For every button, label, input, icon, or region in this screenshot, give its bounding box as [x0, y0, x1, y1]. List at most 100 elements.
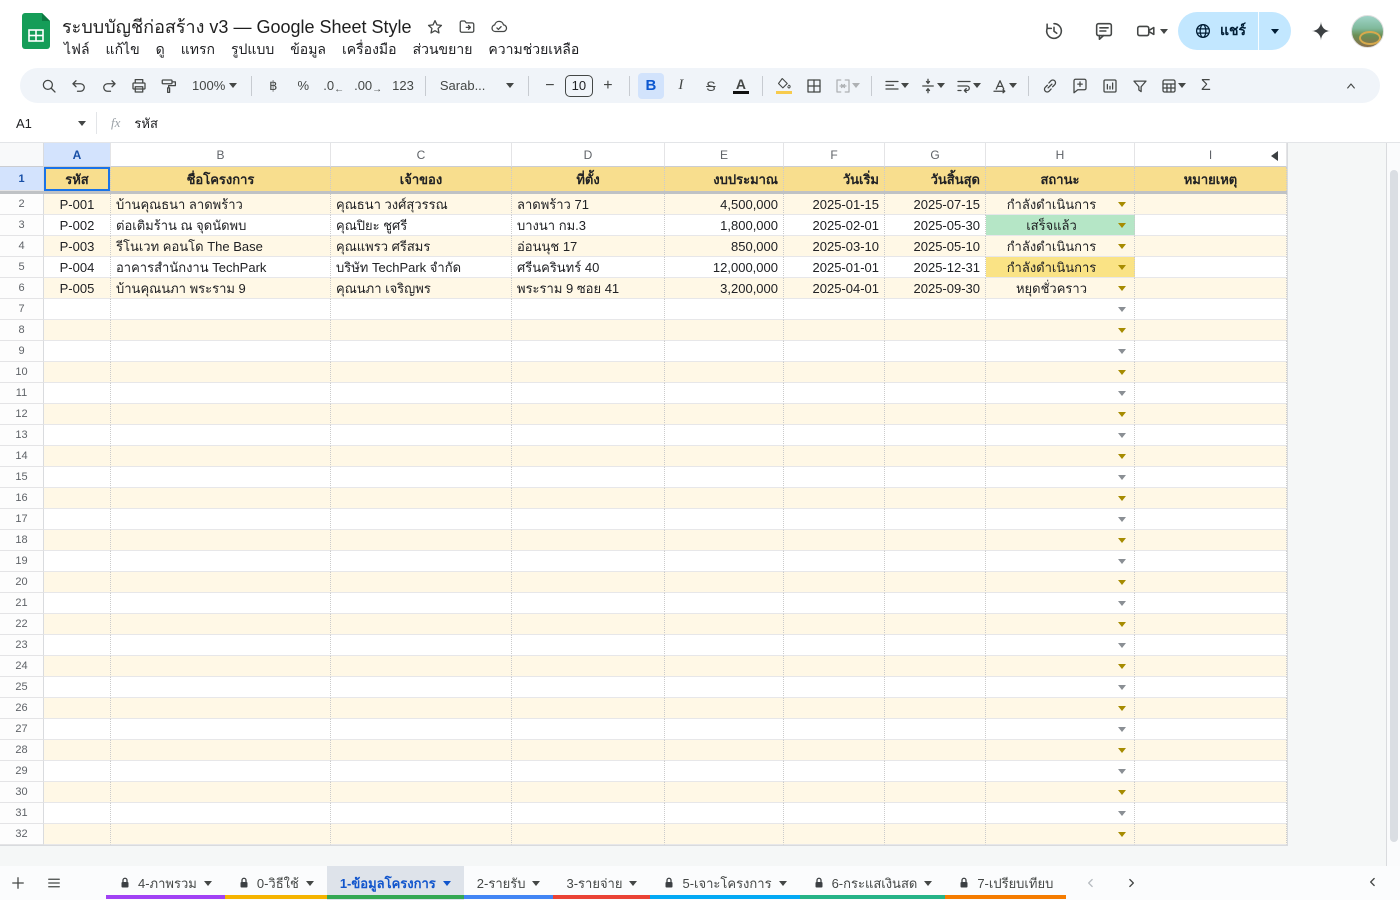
grid-cell[interactable] — [784, 383, 885, 404]
decrease-decimal-button[interactable]: .0← — [320, 73, 347, 99]
grid-cell[interactable] — [111, 761, 331, 782]
increase-font-size-button[interactable]: + — [595, 73, 621, 99]
grid-cell[interactable] — [1135, 530, 1287, 551]
status-dropdown-icon[interactable] — [1118, 286, 1126, 291]
grid-cell[interactable]: คุณแพรว ศรีสมร — [331, 236, 512, 257]
grid-cell[interactable] — [331, 425, 512, 446]
row-header-23[interactable]: 23 — [0, 635, 44, 656]
grid-cell[interactable] — [784, 656, 885, 677]
strikethrough-button[interactable]: S — [698, 73, 724, 99]
grid-cell[interactable] — [44, 425, 111, 446]
grid-cell[interactable] — [44, 383, 111, 404]
grid-cell[interactable]: 2025-04-01 — [784, 278, 885, 299]
grid-cell[interactable] — [986, 383, 1135, 404]
status-dropdown-icon[interactable] — [1118, 244, 1126, 249]
sheet-tab-6[interactable]: 6-กระแสเงินสด — [800, 866, 946, 900]
grid-cell[interactable] — [1135, 236, 1287, 257]
grid-cell[interactable] — [111, 719, 331, 740]
grid-cell[interactable] — [331, 782, 512, 803]
grid-cell[interactable] — [111, 551, 331, 572]
grid-cell[interactable] — [331, 635, 512, 656]
grid-cell[interactable] — [44, 635, 111, 656]
grid-cell[interactable] — [986, 614, 1135, 635]
grid-cell[interactable] — [986, 362, 1135, 383]
grid-cell[interactable]: 850,000 — [665, 236, 784, 257]
grid-cell[interactable] — [331, 362, 512, 383]
grid-cell[interactable] — [885, 593, 986, 614]
grid-cell[interactable] — [331, 446, 512, 467]
grid-cell[interactable] — [665, 635, 784, 656]
tab-scroll-right-icon[interactable] — [1124, 876, 1138, 890]
menu-item-8[interactable]: ความช่วยเหลือ — [480, 36, 587, 64]
grid-cell[interactable] — [986, 488, 1135, 509]
status-dropdown-icon[interactable] — [1118, 706, 1126, 711]
grid-cell[interactable] — [885, 782, 986, 803]
status-dropdown-icon[interactable] — [1118, 223, 1126, 228]
grid-cell[interactable] — [665, 719, 784, 740]
grid-cell[interactable] — [986, 677, 1135, 698]
grid-cell[interactable] — [331, 824, 512, 845]
scrollbar-thumb[interactable] — [1390, 170, 1398, 842]
grid-cell[interactable] — [784, 446, 885, 467]
grid-cell[interactable]: P-001 — [44, 194, 111, 215]
grid-cell[interactable] — [665, 782, 784, 803]
grid-cell[interactable] — [784, 698, 885, 719]
grid-cell[interactable]: ต่อเติมร้าน ณ จุดนัดพบ — [111, 215, 331, 236]
header-cell-E[interactable]: งบประมาณ — [665, 167, 784, 191]
status-dropdown-icon[interactable] — [1118, 328, 1126, 333]
grid-cell[interactable] — [986, 551, 1135, 572]
grid-cell[interactable] — [885, 635, 986, 656]
grid-cell[interactable] — [665, 656, 784, 677]
grid-cell[interactable] — [512, 614, 665, 635]
grid-cell[interactable]: 2025-12-31 — [885, 257, 986, 278]
grid-cell[interactable] — [885, 320, 986, 341]
grid-cell[interactable] — [665, 341, 784, 362]
grid-cell[interactable] — [986, 425, 1135, 446]
grid-cell[interactable] — [665, 530, 784, 551]
vertical-scrollbar[interactable] — [1386, 143, 1400, 866]
font-select[interactable]: Sarab... — [434, 73, 520, 99]
grid-cell[interactable] — [331, 572, 512, 593]
grid-cell[interactable] — [512, 782, 665, 803]
text-color-button[interactable]: A — [728, 73, 754, 99]
grid-cell[interactable] — [44, 572, 111, 593]
status-dropdown-icon[interactable] — [1118, 601, 1126, 606]
grid-cell[interactable]: 2025-05-30 — [885, 215, 986, 236]
grid-cell[interactable] — [44, 803, 111, 824]
grid-cell[interactable] — [512, 824, 665, 845]
grid-cell[interactable] — [665, 362, 784, 383]
grid-cell[interactable] — [885, 530, 986, 551]
percent-format-button[interactable]: % — [290, 73, 316, 99]
grid-cell[interactable] — [111, 404, 331, 425]
share-dropdown[interactable] — [1259, 12, 1291, 50]
grid-cell[interactable] — [44, 593, 111, 614]
grid-cell[interactable] — [665, 698, 784, 719]
grid-cell[interactable] — [512, 467, 665, 488]
filter-icon[interactable] — [1127, 73, 1153, 99]
grid-cell[interactable] — [784, 551, 885, 572]
grid-cell[interactable] — [885, 509, 986, 530]
grid-cell[interactable]: บางนา กม.3 — [512, 215, 665, 236]
grid-cell[interactable] — [111, 341, 331, 362]
side-panel-toggle-icon[interactable] — [1366, 875, 1380, 889]
status-dropdown-icon[interactable] — [1118, 559, 1126, 564]
grid-cell[interactable]: P-003 — [44, 236, 111, 257]
move-folder-icon[interactable] — [458, 18, 476, 36]
grid-cell[interactable] — [44, 488, 111, 509]
grid-cell[interactable]: 2025-01-15 — [784, 194, 885, 215]
grid-cell[interactable] — [1135, 404, 1287, 425]
grid-cell[interactable] — [44, 761, 111, 782]
sheet-tab-5[interactable]: 5-เจาะโครงการ — [650, 866, 799, 900]
grid-cell[interactable] — [986, 593, 1135, 614]
row-header-29[interactable]: 29 — [0, 761, 44, 782]
grid-cell[interactable]: 2025-05-10 — [885, 236, 986, 257]
grid-cell[interactable] — [44, 698, 111, 719]
grid-cell[interactable] — [111, 824, 331, 845]
grid-cell[interactable] — [512, 341, 665, 362]
grid-cell[interactable] — [1135, 761, 1287, 782]
grid-cell[interactable] — [512, 509, 665, 530]
hide-toolbar-icon[interactable] — [1338, 73, 1364, 99]
share-button[interactable]: แชร์ — [1178, 12, 1291, 50]
grid-cell[interactable] — [111, 656, 331, 677]
grid-cell[interactable]: 12,000,000 — [665, 257, 784, 278]
